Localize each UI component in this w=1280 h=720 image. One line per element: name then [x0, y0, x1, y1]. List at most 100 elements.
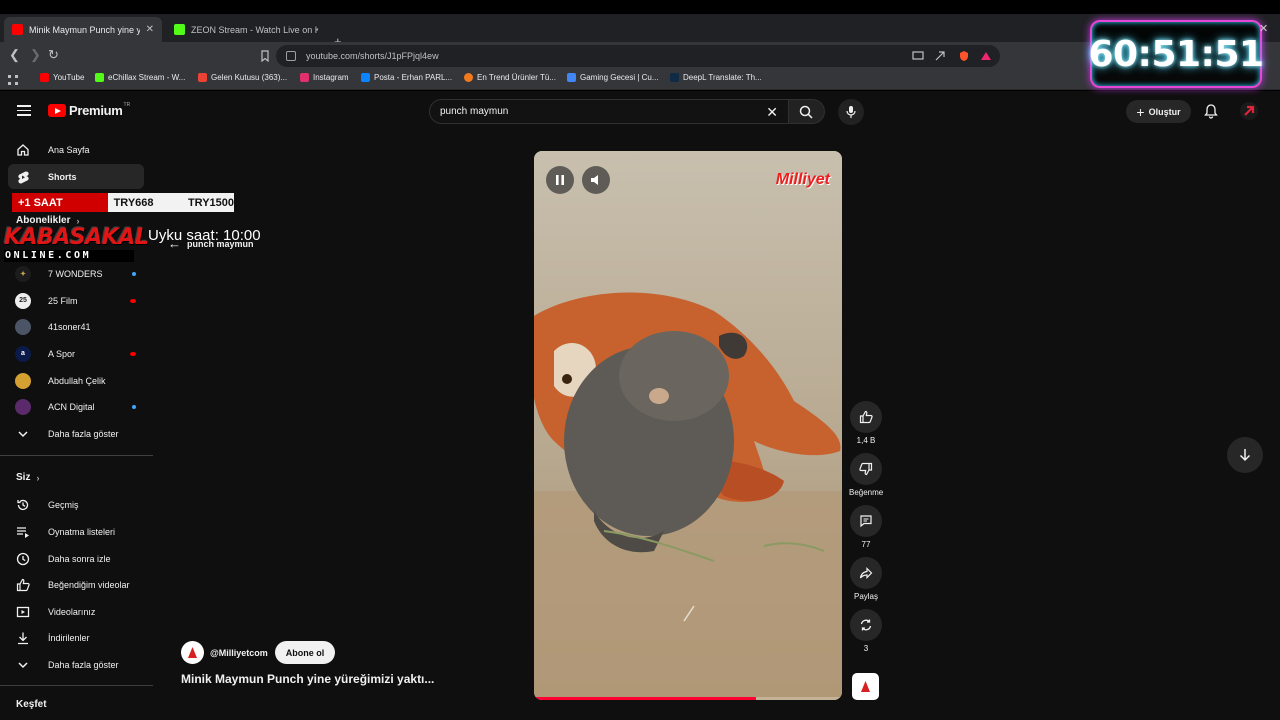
sidebar-item-shorts[interactable]: Shorts — [8, 164, 144, 189]
sidebar-item-downloads[interactable]: İndirilenler — [8, 625, 144, 650]
video-progress-bar[interactable] — [534, 697, 842, 700]
avatar-logo-icon — [1244, 105, 1255, 116]
explore-heading: Keşfet — [16, 699, 47, 710]
sidebar-item-history[interactable]: Geçmiş — [8, 492, 144, 517]
sidebar-item-watch-later[interactable]: Daha sonra izle — [8, 546, 144, 571]
comment-count: 77 — [861, 540, 871, 549]
channel-handle[interactable]: @Milliyetcom — [210, 648, 268, 658]
new-content-dot — [132, 271, 136, 276]
sidebar-channel-abdullah-celik[interactable]: Abdullah Çelik — [8, 368, 144, 393]
sound-thumbnail[interactable] — [852, 673, 879, 700]
watch-later-icon — [16, 552, 30, 565]
menu-icon[interactable] — [17, 105, 31, 116]
comments-button[interactable] — [850, 505, 882, 537]
sidebar-channel-25-film[interactable]: 25 25 Film — [8, 288, 144, 313]
forward-arrow-icon[interactable]: ❯ — [30, 48, 41, 62]
price-2: TRY1500 — [187, 196, 234, 209]
short-title[interactable]: Minik Maymun Punch yine yüreğimizi yaktı… — [181, 672, 434, 686]
channel-avatar: 25 — [15, 292, 31, 309]
outlook-bookmark-icon — [361, 73, 370, 82]
gaming-bookmark-icon — [567, 73, 576, 82]
dislike-button[interactable] — [850, 453, 882, 485]
bookmark-gmail[interactable]: Gelen Kutusu (363)... — [198, 73, 287, 82]
share-arrow-icon — [859, 567, 873, 579]
sidebar-show-more-you[interactable]: Daha fazla göster — [8, 652, 144, 677]
address-bar[interactable]: youtube.com/shorts/J1pFPjql4ew — [276, 45, 1000, 67]
search-button[interactable] — [789, 99, 825, 124]
notifications-bell-icon[interactable] — [1203, 103, 1219, 119]
channel-avatar[interactable] — [181, 641, 204, 664]
comment-icon — [860, 515, 872, 528]
dislike-label: Beğenme — [849, 488, 884, 497]
rewards-triangle-icon[interactable] — [980, 50, 992, 62]
remix-button[interactable] — [850, 609, 882, 641]
share-button[interactable] — [850, 557, 882, 589]
create-button[interactable]: + Oluştur — [1126, 100, 1191, 123]
bet-label: +1 SAAT — [12, 193, 108, 212]
bookmark-instagram[interactable]: Instagram — [300, 73, 349, 82]
bookmark-page-icon[interactable] — [259, 50, 271, 62]
reload-icon[interactable]: ↻ — [48, 48, 59, 62]
bookmark-echillax[interactable]: eChillax Stream - W... — [95, 73, 185, 82]
mute-button[interactable] — [582, 166, 610, 194]
share-page-icon[interactable] — [934, 50, 946, 62]
account-avatar[interactable] — [1240, 102, 1258, 120]
stream-timer: 60:51:51 — [1088, 20, 1264, 88]
back-arrow-icon[interactable]: ❮ — [9, 48, 20, 62]
arrow-down-icon — [1239, 449, 1251, 462]
sidebar-item-your-videos[interactable]: Videolarınız — [8, 599, 144, 624]
sidebar-divider — [0, 455, 153, 456]
video-frame — [534, 151, 842, 700]
masthead: Premium TR punch maymun ✕ + Oluştur — [0, 91, 1280, 131]
window-close-icon[interactable]: ✕ — [1259, 22, 1268, 35]
bookmark-trendyol[interactable]: En Trend Ürünler Tü... — [464, 73, 556, 82]
milliyet-watermark: Milliyet — [775, 171, 830, 188]
next-short-button[interactable] — [1227, 437, 1263, 473]
voice-search-button[interactable] — [838, 99, 864, 125]
pause-button[interactable] — [546, 166, 574, 194]
cast-icon[interactable] — [912, 50, 924, 62]
liked-icon — [16, 578, 30, 591]
brave-shield-icon[interactable] — [958, 50, 970, 62]
search-query: punch maymun — [440, 106, 509, 117]
clear-search-icon[interactable]: ✕ — [766, 104, 778, 121]
progress-fill — [534, 697, 756, 700]
dislike-action[interactable]: Beğenme — [849, 453, 883, 497]
tab-title: ZEON Stream - Watch Live on Kick — [191, 24, 318, 35]
like-action[interactable]: 1,4 B — [849, 401, 883, 445]
remix-action[interactable]: 3 — [849, 609, 883, 653]
channel-avatar: ✦ — [15, 265, 31, 282]
kick-bookmark-icon — [95, 73, 104, 82]
close-tab-icon[interactable]: ✕ — [146, 24, 154, 35]
apps-grid-icon[interactable] — [8, 75, 18, 85]
bookmark-youtube[interactable]: YouTube — [40, 73, 84, 82]
short-video-player[interactable]: Milliyet — [534, 151, 842, 700]
sidebar-item-playlists[interactable]: Oynatma listeleri — [8, 519, 144, 544]
sidebar-channel-41soner41[interactable]: 41soner41 — [8, 314, 144, 339]
sidebar-item-home[interactable]: Ana Sayfa — [8, 137, 144, 162]
tab-minik-maymun[interactable]: Minik Maymun Punch yine yü ✕ — [4, 17, 162, 42]
bookmark-gaming-gecesi[interactable]: Gaming Gecesi | Cu... — [567, 73, 659, 82]
tab-zeon-stream[interactable]: ZEON Stream - Watch Live on Kick — [166, 17, 326, 42]
like-button[interactable] — [850, 401, 882, 433]
sidebar-channel-acn-digital[interactable]: ACN Digital — [8, 394, 144, 419]
youtube-favicon-icon — [12, 24, 23, 35]
sidebar-item-liked-videos[interactable]: Beğendiğim videolar — [8, 572, 144, 597]
you-heading[interactable]: Siz › — [16, 472, 39, 483]
bookmark-deepl[interactable]: DeepL Translate: Th... — [670, 73, 762, 82]
price-banner: +1 SAAT TRY668 TRY1500 — [12, 193, 234, 212]
share-action[interactable]: Paylaş — [849, 557, 883, 601]
search-input[interactable]: punch maymun ✕ — [429, 99, 789, 124]
url-text: youtube.com/shorts/J1pFPjql4ew — [306, 51, 439, 61]
milliyet-logo-icon — [188, 647, 197, 658]
bookmark-posta[interactable]: Posta - Erhan PARL... — [361, 73, 452, 82]
sidebar-channel-a-spor[interactable]: a A Spor — [8, 341, 144, 366]
channel-avatar — [15, 398, 31, 415]
site-info-icon[interactable] — [286, 51, 296, 61]
youtube-premium-logo[interactable]: Premium TR — [48, 102, 130, 118]
tab-title: Minik Maymun Punch yine yü — [29, 24, 140, 35]
sidebar-show-more-subscriptions[interactable]: Daha fazla göster — [8, 421, 144, 446]
subscribe-button[interactable]: Abone ol — [274, 641, 336, 664]
like-count: 1,4 B — [856, 436, 876, 445]
comments-action[interactable]: 77 — [849, 505, 883, 549]
